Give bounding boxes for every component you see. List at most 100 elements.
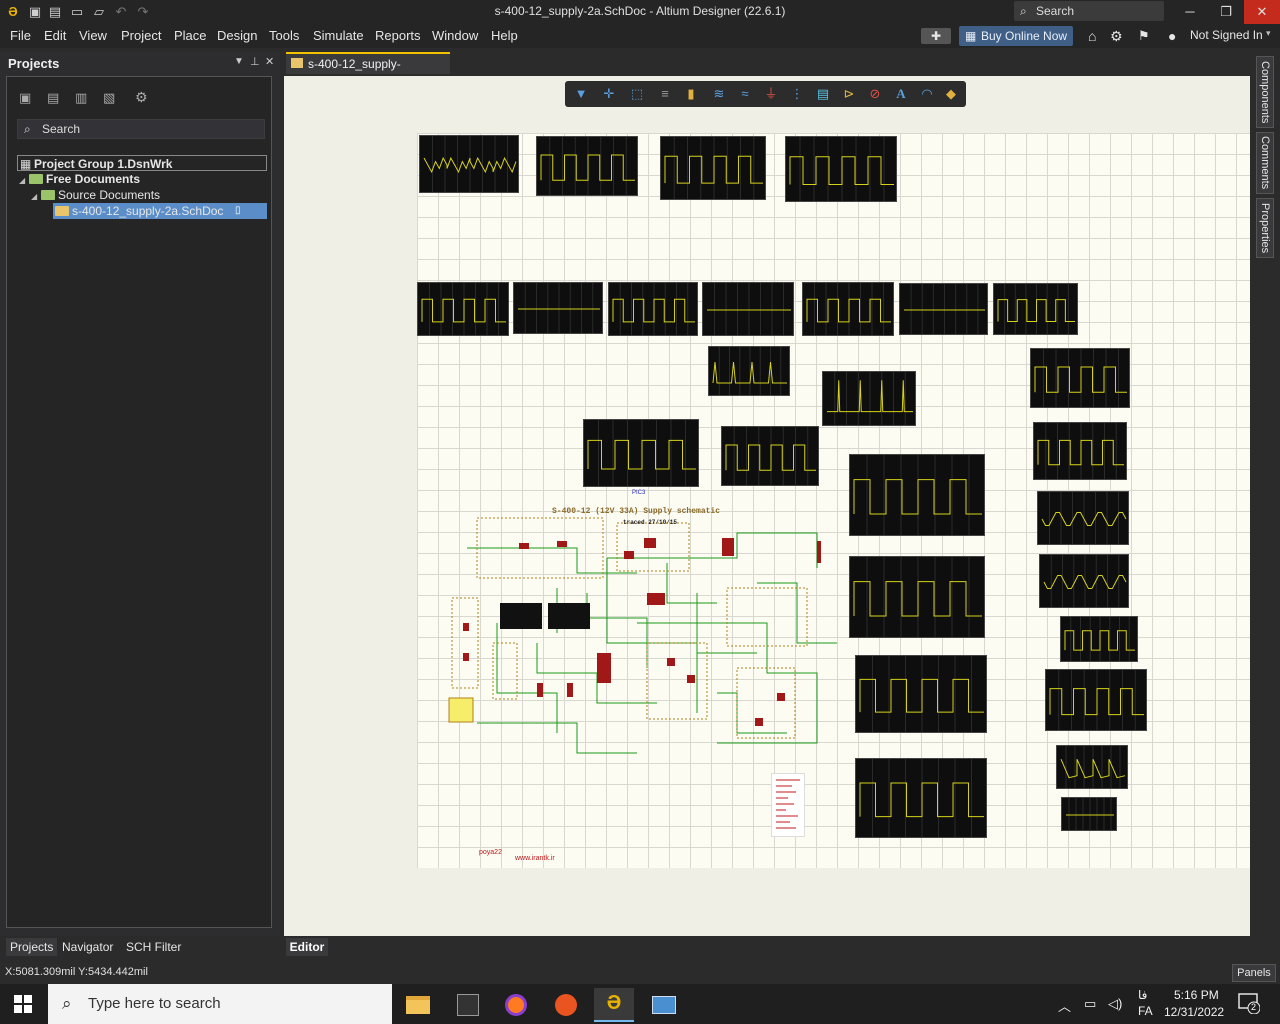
project-options-icon[interactable]: ▥	[75, 90, 87, 106]
tree-free-documents[interactable]: ◢ Free Documents	[19, 171, 140, 187]
menu-reports[interactable]: Reports	[375, 28, 421, 43]
oscilloscope-capture[interactable]	[1045, 669, 1147, 731]
menu-design[interactable]: Design	[217, 28, 257, 43]
photos-app-icon[interactable]	[644, 988, 684, 1022]
tab-comments[interactable]: Comments	[1256, 132, 1274, 194]
arc-icon[interactable]: ◠	[917, 84, 937, 104]
tree-file-schdoc[interactable]: s-400-12_supply-2a.SchDoc ▯	[53, 203, 267, 219]
tab-components[interactable]: Components	[1256, 56, 1274, 128]
schematic-editor[interactable]: S-400-12 (12V 33A) Supply schematic trac…	[284, 76, 1250, 936]
oscilloscope-capture[interactable]	[1033, 422, 1127, 480]
oscilloscope-capture[interactable]	[513, 282, 603, 334]
oscilloscope-capture[interactable]	[1030, 348, 1130, 408]
wire-icon[interactable]: ≋	[709, 84, 729, 104]
menu-help[interactable]: Help	[491, 28, 518, 43]
tree-source-documents[interactable]: ◢ Source Documents	[31, 187, 160, 203]
settings-icon[interactable]: ⚙	[135, 89, 148, 106]
add-comment-icon[interactable]: ✚	[921, 28, 951, 44]
language-indicator[interactable]: FA	[1138, 1004, 1153, 1018]
chevron-down-icon[interactable]: ▾	[1266, 28, 1271, 39]
chevron-up-icon[interactable]: ︿	[1058, 996, 1071, 1015]
close-button[interactable]: ✕	[1244, 0, 1280, 24]
menu-project[interactable]: Project	[121, 28, 161, 43]
panel-menu-icon[interactable]: ▼	[234, 56, 244, 67]
projects-search-input[interactable]: ⌕ Search	[17, 119, 265, 139]
expand-icon[interactable]: ◢	[31, 189, 41, 205]
document-tab[interactable]: s-400-12_supply-2a.SchDoc	[286, 52, 450, 91]
menu-edit[interactable]: Edit	[44, 28, 66, 43]
altium-taskbar-icon[interactable]: Ə	[594, 988, 634, 1022]
oscilloscope-capture[interactable]	[1056, 745, 1128, 789]
menu-view[interactable]: View	[79, 28, 107, 43]
oscilloscope-capture[interactable]	[708, 346, 790, 396]
oscilloscope-capture[interactable]	[899, 283, 988, 335]
buy-online-button[interactable]: ▦ Buy Online Now	[959, 26, 1073, 46]
panel-close-icon[interactable]: ✕	[265, 55, 274, 68]
oscilloscope-capture[interactable]	[702, 282, 794, 336]
power-port-icon[interactable]: ⏚	[761, 84, 781, 104]
oscilloscope-capture[interactable]	[1061, 797, 1117, 831]
tab-properties[interactable]: Properties	[1256, 198, 1274, 258]
oscilloscope-capture[interactable]	[1037, 491, 1129, 545]
oscilloscope-capture[interactable]	[721, 426, 819, 486]
taskbar-search-input[interactable]: ⌕ Type here to search	[48, 984, 392, 1024]
oscilloscope-capture[interactable]	[608, 282, 698, 336]
editor-tab[interactable]: Editor	[286, 938, 328, 956]
oscilloscope-capture[interactable]	[417, 282, 509, 336]
windows-start-icon[interactable]	[14, 995, 32, 1013]
notifications-icon[interactable]: ⚑	[1138, 28, 1150, 44]
oscilloscope-capture[interactable]	[822, 371, 916, 426]
oscilloscope-capture[interactable]	[849, 454, 985, 536]
oscilloscope-capture[interactable]	[660, 136, 766, 200]
schematic-sheet[interactable]: S-400-12 (12V 33A) Supply schematic trac…	[417, 133, 1250, 868]
oscilloscope-capture[interactable]	[785, 136, 897, 202]
align-icon[interactable]: ≡	[655, 84, 675, 104]
place-part-icon[interactable]: ▮	[681, 84, 701, 104]
select-area-icon[interactable]: ⬚	[627, 84, 647, 104]
compile-icon[interactable]: ▤	[47, 90, 59, 106]
oscilloscope-capture[interactable]	[1039, 554, 1129, 608]
notification-center-icon[interactable]: 2	[1238, 992, 1261, 1015]
oscilloscope-capture[interactable]	[849, 556, 985, 638]
tab-sch-filter[interactable]: SCH Filter	[122, 938, 185, 956]
save-project-icon[interactable]: ▣	[19, 90, 31, 106]
sheet-symbol-icon[interactable]: ▤	[813, 84, 833, 104]
oscilloscope-capture[interactable]	[419, 135, 519, 193]
menu-place[interactable]: Place	[174, 28, 207, 43]
menu-simulate[interactable]: Simulate	[313, 28, 364, 43]
circuit-drawing[interactable]	[437, 493, 857, 773]
tab-navigator[interactable]: Navigator	[58, 938, 117, 956]
net-label-icon[interactable]: ≈	[735, 84, 755, 104]
clock-date[interactable]: 12/31/2022	[1164, 1005, 1224, 1019]
network-icon[interactable]: ▭	[1084, 996, 1096, 1012]
global-search-input[interactable]: ⌕ Search	[1014, 1, 1164, 21]
oscilloscope-capture[interactable]	[1060, 616, 1138, 662]
gear-icon[interactable]: ⚙	[1110, 28, 1123, 45]
tree-project-group[interactable]: ▦ Project Group 1.DsnWrk	[17, 155, 267, 171]
home-icon[interactable]: ⌂	[1088, 28, 1096, 44]
filter-icon[interactable]: ▼	[571, 84, 591, 104]
expand-icon[interactable]: ◢	[19, 173, 29, 189]
harness-icon[interactable]: ◆	[941, 84, 961, 104]
port-icon[interactable]: ⊳	[839, 84, 859, 104]
clock-time[interactable]: 5:16 PM	[1174, 988, 1219, 1002]
oscilloscope-capture[interactable]	[583, 419, 699, 487]
volume-icon[interactable]: ◁)	[1108, 996, 1122, 1012]
menu-window[interactable]: Window	[432, 28, 478, 43]
language-glyph-icon[interactable]: فا	[1138, 988, 1147, 1002]
text-icon[interactable]: A	[891, 84, 911, 104]
oscilloscope-capture[interactable]	[802, 282, 894, 336]
oscilloscope-capture[interactable]	[993, 283, 1078, 335]
menu-file[interactable]: File	[10, 28, 31, 43]
restore-button[interactable]: ❐	[1208, 0, 1244, 24]
ubuntu-icon[interactable]	[546, 988, 586, 1022]
minimize-button[interactable]: ─	[1172, 0, 1208, 24]
firefox-icon[interactable]	[496, 988, 536, 1022]
signin-label[interactable]: Not Signed In	[1190, 28, 1263, 42]
move-icon[interactable]: ✛	[599, 84, 619, 104]
file-explorer-icon[interactable]	[398, 988, 438, 1022]
oscilloscope-capture[interactable]	[536, 136, 638, 196]
user-icon[interactable]: ●	[1168, 28, 1176, 44]
bus-icon[interactable]: ⋮	[787, 84, 807, 104]
terminal-app-icon[interactable]	[448, 988, 488, 1022]
